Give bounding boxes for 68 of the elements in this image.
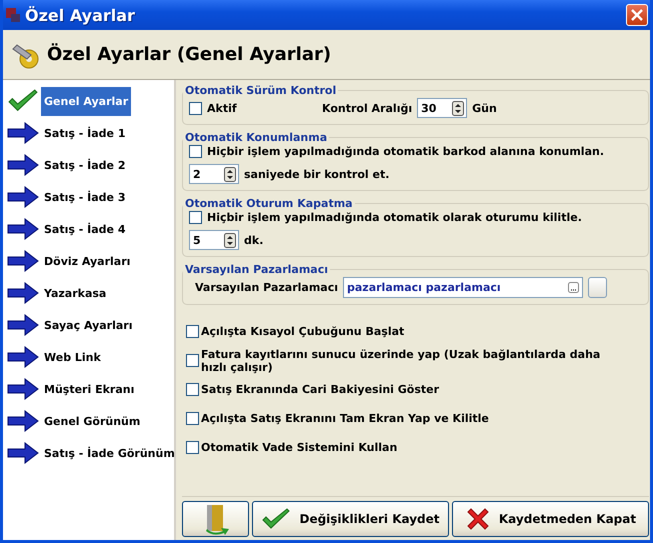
group-title: Otomatik Konumlanma: [184, 131, 328, 144]
checkbox-label: Aktif: [207, 102, 238, 114]
sidebar-item[interactable]: Satış - İade 4: [41, 214, 128, 244]
checkmark-icon: [7, 88, 39, 114]
checkbox-label: Hiçbir işlem yapılmadığında otomatik barkod alanına konumlan.: [207, 145, 604, 158]
clear-button[interactable]: [588, 277, 607, 298]
arrow-icon: [7, 410, 39, 432]
unit-label: Gün: [472, 102, 497, 114]
arrow-icon: [7, 282, 39, 304]
arrow-icon: [7, 122, 39, 144]
number-field[interactable]: 2: [189, 164, 239, 184]
checkbox[interactable]: [189, 102, 202, 114]
arrow-icon: [7, 186, 39, 208]
arrow-icon: [7, 314, 39, 336]
sidebar-item[interactable]: Satış - İade 2: [41, 150, 128, 180]
field-label: Kontrol Aralığı: [322, 102, 412, 114]
arrow-icon: [7, 442, 39, 464]
checkbox[interactable]: [186, 383, 199, 396]
checkbox-label: Satış Ekranında Cari Bakiyesini Göster: [201, 383, 440, 396]
checkbox-label: Açılışta Satış Ekranını Tam Ekran Yap ve Kilitle: [201, 412, 490, 425]
checkmark-icon: [261, 507, 292, 531]
marketer-field[interactable]: pazarlamacı pazarlamacı: [343, 277, 583, 298]
checkbox[interactable]: [189, 211, 202, 224]
unit-label: saniyede bir kontrol et.: [244, 168, 390, 180]
field-label: Varsayılan Pazarlamacı: [195, 281, 338, 294]
checkbox[interactable]: [186, 354, 199, 367]
close-without-saving-button[interactable]: Kaydetmeden Kapat: [452, 501, 649, 537]
window-title: Özel Ayarlar: [25, 6, 136, 24]
sidebar-item[interactable]: Web Link: [41, 342, 104, 372]
sidebar-item[interactable]: Satış - İade 3: [41, 182, 128, 212]
arrow-icon: [7, 346, 39, 368]
spin-arrows-icon[interactable]: [224, 232, 236, 248]
sidebar-item[interactable]: Müşteri Ekranı: [41, 374, 138, 404]
arrow-icon: [7, 250, 39, 272]
exit-button[interactable]: [182, 501, 249, 537]
checkbox-label: Hiçbir işlem yapılmadığında otomatik olarak oturumu kilitle.: [207, 211, 582, 224]
header-title: Özel Ayarlar (Genel Ayarlar): [47, 44, 332, 65]
checkbox-label: Açılışta Kısayol Çubuğunu Başlat: [201, 325, 406, 338]
sidebar-item[interactable]: Sayaç Ayarları: [41, 310, 136, 340]
sidebar-item[interactable]: Satış - İade Görünüm: [41, 438, 178, 468]
sidebar-item[interactable]: Genel Görünüm: [41, 406, 144, 436]
checkbox[interactable]: [186, 441, 199, 454]
app-icon: [5, 7, 21, 23]
number-field[interactable]: 5: [189, 230, 239, 250]
unit-label: dk.: [244, 234, 264, 246]
sidebar-item[interactable]: Yazarkasa: [41, 278, 110, 308]
close-icon: [631, 9, 643, 21]
checkbox-label: Otomatik Vade Sistemini Kullan: [201, 441, 398, 454]
close-icon: [464, 506, 491, 532]
number-field[interactable]: 30: [417, 98, 468, 118]
sidebar-item[interactable]: Genel Ayarlar: [41, 86, 132, 116]
ellipsis-icon[interactable]: [568, 282, 579, 293]
group-title: Otomatik Sürüm Kontrol: [184, 84, 338, 97]
group-title: Otomatik Oturum Kapatma: [184, 197, 354, 210]
checkbox-label: Fatura kayıtlarını sunucu üzerinde yap (Uzak bağlantılarda daha hızlı çalışır): [201, 348, 602, 374]
checkbox[interactable]: [186, 412, 199, 425]
checkbox[interactable]: [186, 325, 199, 338]
close-button[interactable]: [626, 4, 648, 26]
spin-arrows-icon[interactable]: [224, 166, 236, 182]
arrow-icon: [7, 378, 39, 400]
sidebar-item[interactable]: Satış - İade 1: [41, 118, 128, 148]
group-title: Varsayılan Pazarlamacı: [184, 263, 329, 276]
save-button[interactable]: Değişiklikleri Kaydet: [252, 501, 449, 537]
arrow-icon: [7, 154, 39, 176]
arrow-icon: [7, 218, 39, 240]
spin-arrows-icon[interactable]: [452, 100, 464, 116]
checkbox[interactable]: [189, 145, 202, 158]
sidebar-item[interactable]: Döviz Ayarları: [41, 246, 134, 276]
